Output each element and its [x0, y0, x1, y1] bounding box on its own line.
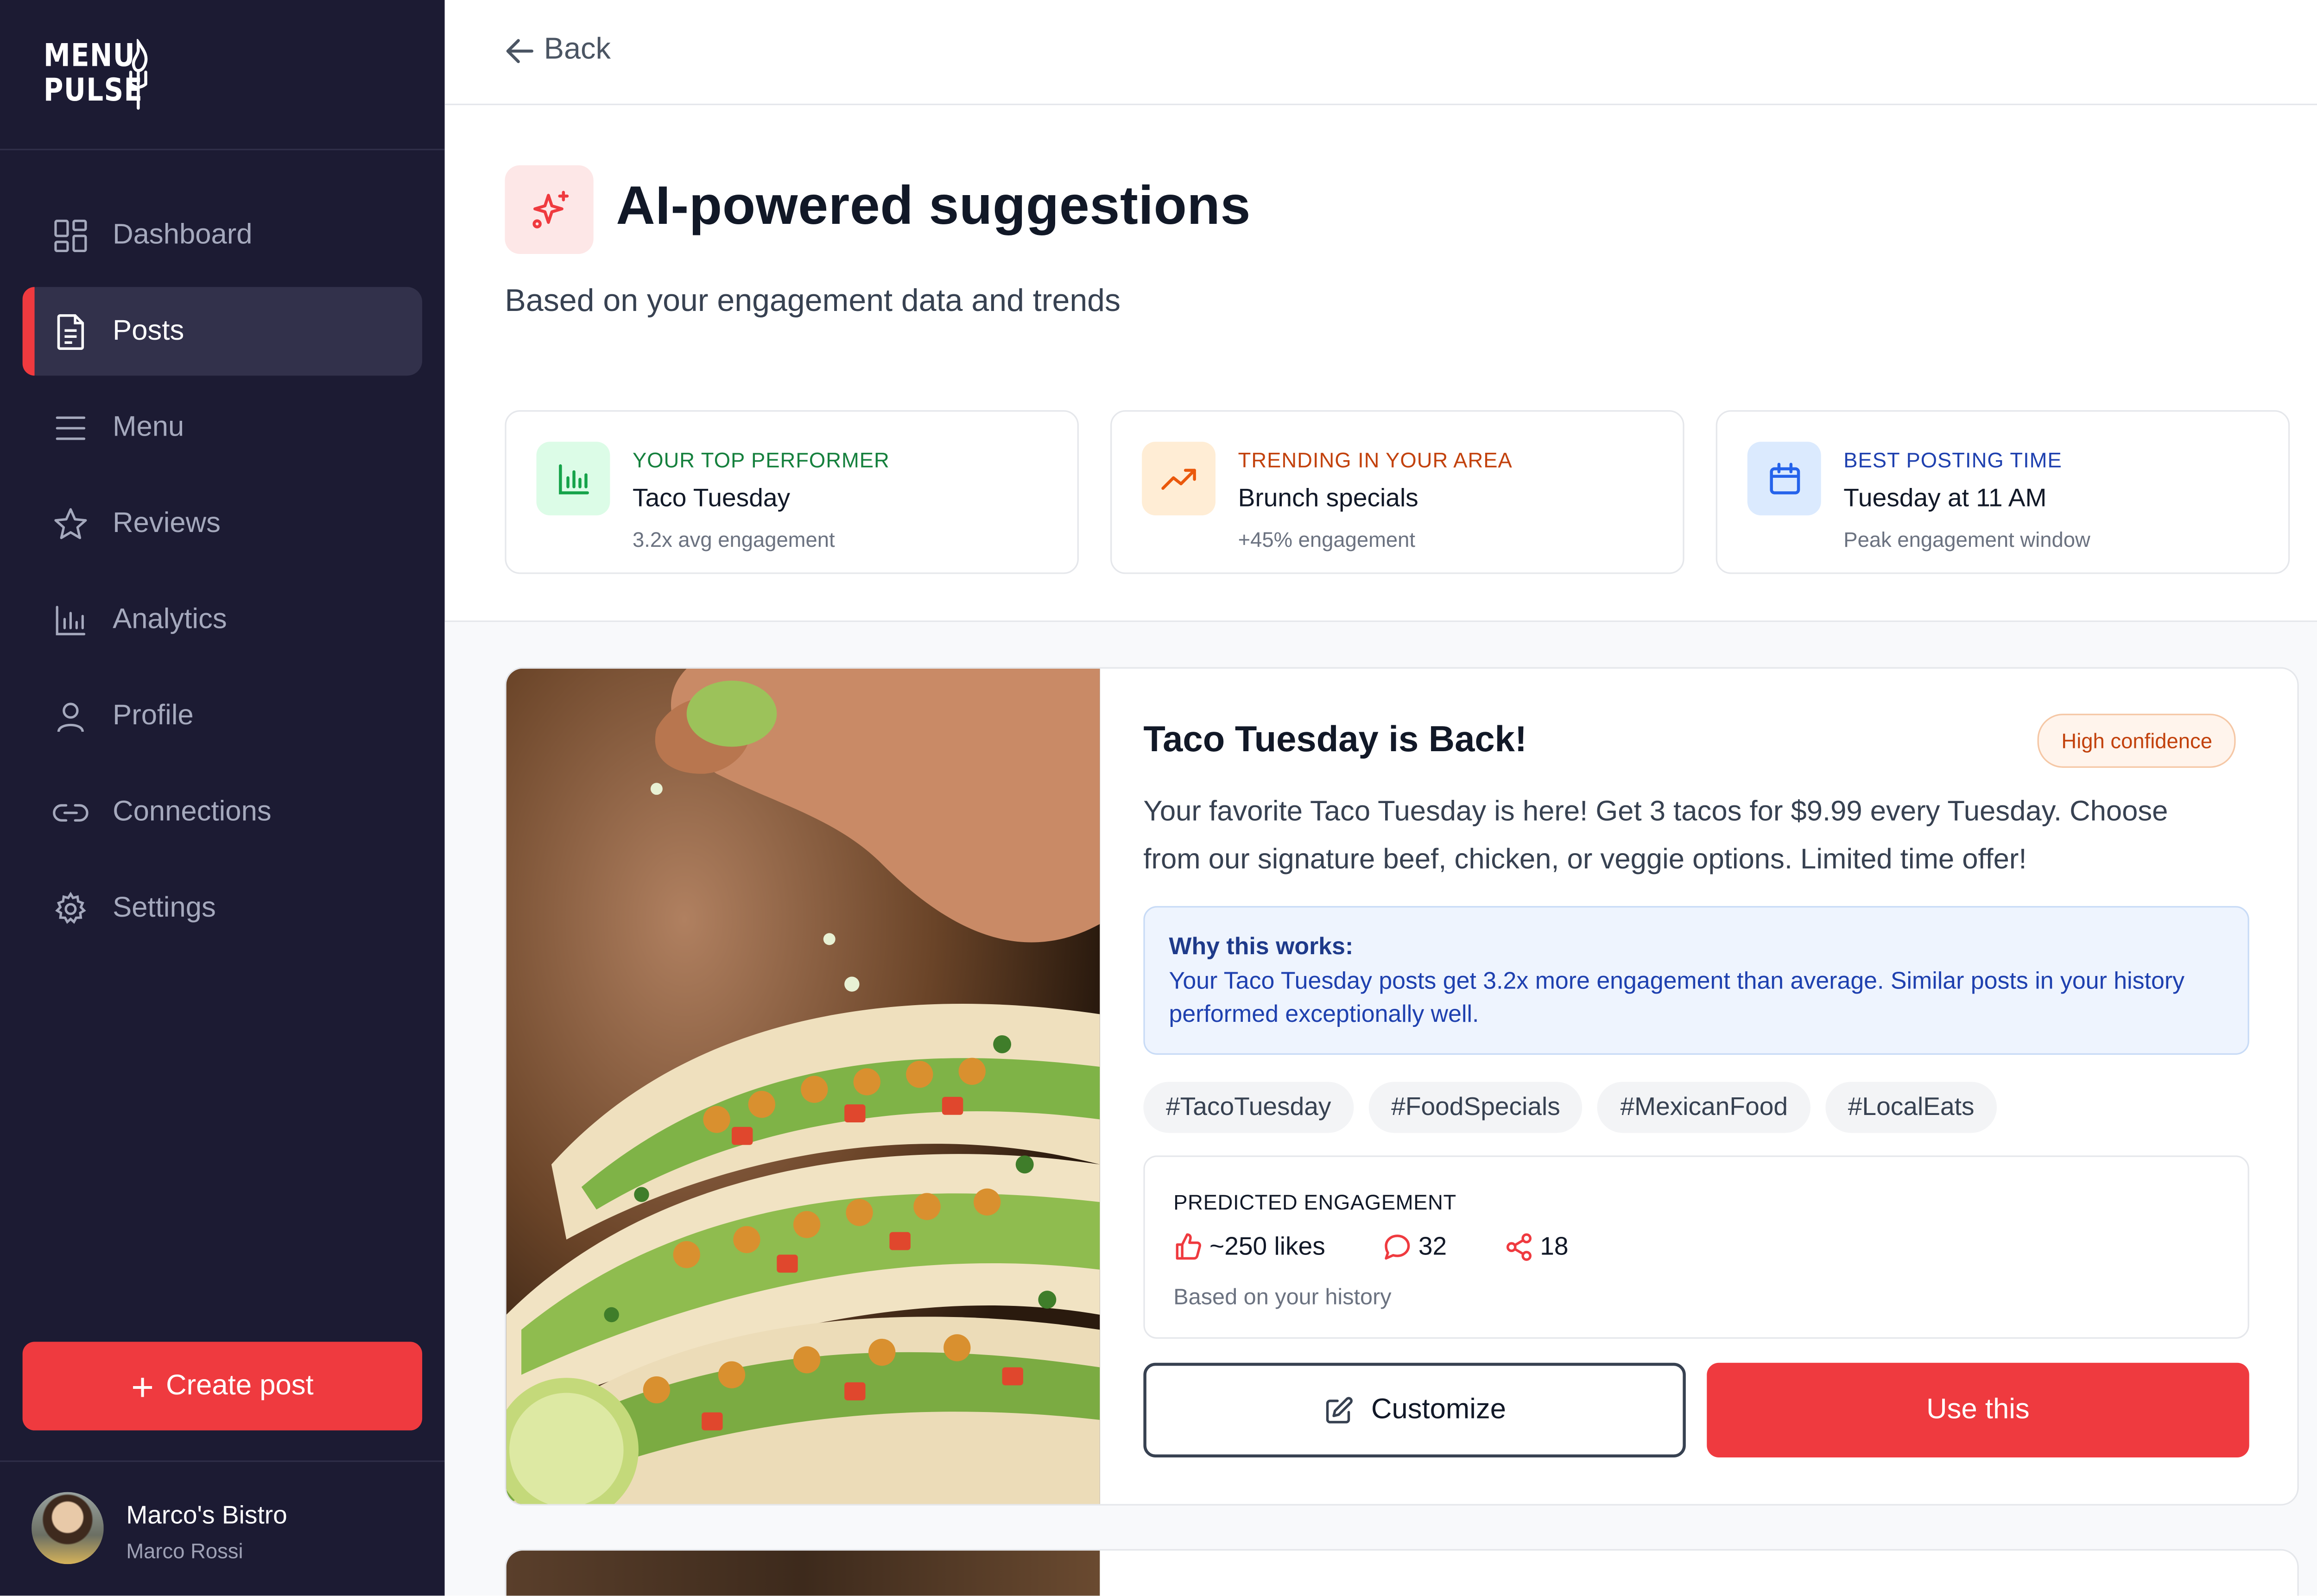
use-this-button[interactable]: Use this	[1707, 1362, 2249, 1458]
bar-chart-icon	[536, 442, 610, 516]
app-root: MENU PULSE Dashboard Posts Menu Reviews …	[0, 0, 2317, 1596]
next-suggestion-photo	[506, 1551, 1100, 1596]
menu-lines-icon	[52, 410, 89, 446]
insight-subtitle: +45% engagement	[1238, 527, 1416, 551]
fork-flame-icon	[129, 39, 148, 110]
star-icon	[52, 506, 89, 542]
confidence-badge: High confidence	[2037, 714, 2236, 768]
sidebar-item-label: Reviews	[113, 507, 221, 539]
arrow-left-icon	[506, 38, 534, 63]
user-name: Marco Rossi	[126, 1539, 243, 1563]
predicted-engagement: PREDICTED ENGAGEMENT ~250 likes 32 18 Ba…	[1143, 1155, 2249, 1339]
edit-icon	[1325, 1396, 1352, 1423]
hashtag-chip[interactable]: #FoodSpecials	[1368, 1082, 1583, 1133]
predicted-label: PREDICTED ENGAGEMENT	[1173, 1190, 1456, 1214]
likes-value: ~250 likes	[1209, 1232, 1325, 1261]
comment-icon	[1385, 1235, 1410, 1260]
sidebar-item-label: Analytics	[113, 603, 227, 635]
link-icon	[52, 794, 89, 830]
use-this-label: Use this	[1926, 1393, 2030, 1425]
share-icon	[1506, 1233, 1532, 1261]
sidebar-item-label: Dashboard	[113, 218, 253, 250]
insight-title: Taco Tuesday	[633, 484, 791, 513]
hashtag-chip[interactable]: #MexicanFood	[1597, 1082, 1811, 1133]
suggestion-card: Taco Tuesday is Back! High confidence Yo…	[505, 667, 2299, 1506]
post-description: Your favorite Taco Tuesday is here! Get …	[1143, 796, 2168, 876]
shares-stat: 18	[1504, 1232, 1569, 1262]
insight-card-top-performer[interactable]: YOUR TOP PERFORMER Taco Tuesday 3.2x avg…	[505, 410, 1079, 574]
hashtag-chip[interactable]: #LocalEats	[1825, 1082, 1997, 1133]
avatar	[32, 1492, 104, 1564]
sidebar-item-label: Menu	[113, 411, 184, 443]
gear-icon	[52, 890, 89, 926]
sidebar-item-profile[interactable]: Profile	[23, 671, 422, 760]
insight-title: Brunch specials	[1238, 484, 1418, 513]
brand: MENU PULSE	[0, 0, 445, 151]
user-profile[interactable]: Marco's Bistro Marco Rossi	[0, 1460, 445, 1596]
create-post-button[interactable]: + Create post	[22, 1342, 423, 1431]
insight-label: BEST POSTING TIME	[1843, 448, 2062, 472]
sidebar-item-reviews[interactable]: Reviews	[23, 479, 422, 568]
calendar-icon	[1747, 442, 1821, 516]
hashtag-chip[interactable]: #TacoTuesday	[1143, 1082, 1354, 1133]
back-label: Back	[544, 33, 611, 66]
insight-card-best-time[interactable]: BEST POSTING TIME Tuesday at 11 AM Peak …	[1716, 410, 2290, 574]
post-title: Taco Tuesday is Back!	[1143, 720, 1527, 760]
insight-card-trending[interactable]: TRENDING IN YOUR AREA Brunch specials +4…	[1110, 410, 1684, 574]
predicted-footnote: Based on your history	[1173, 1285, 1392, 1311]
taco-photo	[506, 668, 1100, 1504]
sidebar-item-label: Connections	[113, 795, 272, 827]
sidebar-item-connections[interactable]: Connections	[23, 768, 422, 856]
insight-title: Tuesday at 11 AM	[1843, 484, 2047, 513]
insight-label: YOUR TOP PERFORMER	[633, 448, 890, 472]
sidebar-item-settings[interactable]: Settings	[23, 864, 422, 952]
why-title: Why this works:	[1169, 934, 1354, 960]
insight-cards: YOUR TOP PERFORMER Taco Tuesday 3.2x avg…	[505, 410, 2290, 574]
top-bar: Back	[444, 0, 2317, 105]
why-text: Your Taco Tuesday posts get 3.2x more en…	[1169, 969, 2185, 1028]
page-subtitle: Based on your engagement data and trends	[505, 284, 1121, 319]
sidebar-item-posts[interactable]: Posts	[22, 287, 423, 376]
sparkle-icon	[505, 165, 594, 254]
why-this-works: Why this works: Your Taco Tuesday posts …	[1143, 906, 2249, 1055]
insight-label: TRENDING IN YOUR AREA	[1238, 448, 1513, 472]
sidebar-item-label: Posts	[113, 315, 184, 347]
main-content: Back AI-powered suggestions Based on you…	[444, 0, 2317, 1596]
sidebar-item-label: Settings	[113, 892, 216, 924]
sidebar-nav: Dashboard Posts Menu Reviews Analytics P…	[22, 191, 423, 960]
page-title: AI-powered suggestions	[616, 174, 1251, 236]
user-icon	[52, 698, 89, 734]
comments-stat: 32	[1382, 1232, 1447, 1262]
sidebar-item-menu[interactable]: Menu	[23, 383, 422, 472]
suggestions-list: Taco Tuesday is Back! High confidence Yo…	[444, 622, 2317, 1596]
comments-value: 32	[1418, 1232, 1447, 1261]
business-name: Marco's Bistro	[126, 1501, 287, 1530]
sidebar-item-analytics[interactable]: Analytics	[23, 576, 422, 664]
suggestions-header: AI-powered suggestions Based on your eng…	[444, 105, 2317, 622]
sidebar-item-dashboard[interactable]: Dashboard	[23, 191, 422, 279]
create-post-label: Create post	[166, 1369, 314, 1401]
insight-subtitle: Peak engagement window	[1843, 527, 2090, 551]
document-icon	[52, 313, 89, 349]
back-button[interactable]: Back	[505, 33, 611, 68]
trending-up-icon	[1142, 442, 1216, 516]
sidebar: MENU PULSE Dashboard Posts Menu Reviews …	[0, 0, 445, 1596]
suggestion-card-next	[505, 1549, 2299, 1596]
customize-button[interactable]: Customize	[1143, 1362, 1686, 1458]
shares-value: 18	[1540, 1232, 1569, 1261]
likes-stat: ~250 likes	[1173, 1232, 1325, 1262]
insight-subtitle: 3.2x avg engagement	[633, 527, 835, 551]
suggestion-body: Taco Tuesday is Back! High confidence Yo…	[1100, 669, 2297, 1504]
sidebar-item-label: Profile	[113, 699, 194, 731]
customize-label: Customize	[1371, 1393, 1507, 1425]
engagement-stats: ~250 likes 32 18	[1173, 1232, 1626, 1262]
dashboard-grid-icon	[52, 217, 89, 253]
plus-icon: +	[131, 1363, 154, 1409]
thumbs-up-icon	[1176, 1233, 1201, 1260]
bar-chart-icon	[52, 602, 89, 638]
hashtag-list: #TacoTuesday #FoodSpecials #MexicanFood …	[1143, 1082, 1997, 1133]
